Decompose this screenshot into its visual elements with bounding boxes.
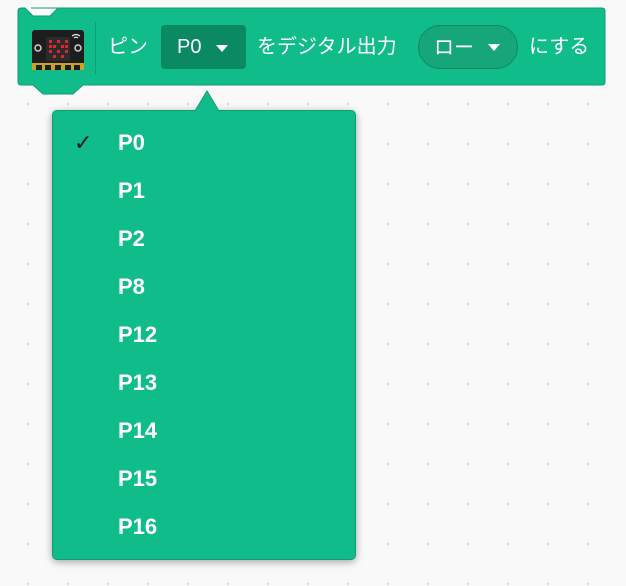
caret-down-icon: [488, 44, 500, 51]
menu-pointer-caret: [195, 90, 219, 113]
menu-item-label: P12: [118, 322, 158, 347]
menu-item-label: P0: [118, 130, 145, 155]
menu-item-p1[interactable]: P1: [53, 167, 355, 215]
menu-item-p13[interactable]: P13: [53, 359, 355, 407]
pin-dropdown-value: P0: [177, 36, 202, 58]
level-dropdown-value: ロー: [434, 37, 474, 59]
block-text-digital-output: をデジタル出力: [257, 36, 397, 58]
menu-item-label: P16: [118, 514, 158, 539]
level-dropdown[interactable]: ロー: [418, 25, 518, 69]
check-icon: ✓: [74, 130, 93, 155]
menu-item-label: P13: [118, 370, 158, 395]
microbit-icon: [32, 30, 84, 70]
menu-item-p14[interactable]: P14: [53, 407, 355, 455]
block-text-suffix: にする: [529, 36, 590, 58]
menu-item-p16[interactable]: P16: [53, 503, 355, 551]
caret-down-icon: [216, 45, 228, 52]
menu-item-p0[interactable]: ✓ P0: [53, 119, 355, 167]
digital-write-block[interactable]: ピン P0 をデジタル出力 ロー にする: [0, 0, 626, 100]
menu-item-label: P1: [118, 178, 145, 203]
pin-dropdown-menu: ✓ P0 P1 P2 P8 P12 P13 P14 P15 P16: [52, 110, 356, 560]
menu-item-label: P15: [118, 466, 158, 491]
menu-item-label: P14: [118, 418, 158, 443]
menu-item-label: P2: [118, 226, 145, 251]
block-text-pin: ピン: [108, 36, 148, 58]
menu-item-p8[interactable]: P8: [53, 263, 355, 311]
menu-item-p2[interactable]: P2: [53, 215, 355, 263]
menu-item-p12[interactable]: P12: [53, 311, 355, 359]
pin-options-list: ✓ P0 P1 P2 P8 P12 P13 P14 P15 P16: [53, 111, 355, 551]
icon-separator: [95, 22, 96, 74]
pin-dropdown[interactable]: P0: [161, 25, 246, 69]
menu-item-p15[interactable]: P15: [53, 455, 355, 503]
menu-item-label: P8: [118, 274, 145, 299]
